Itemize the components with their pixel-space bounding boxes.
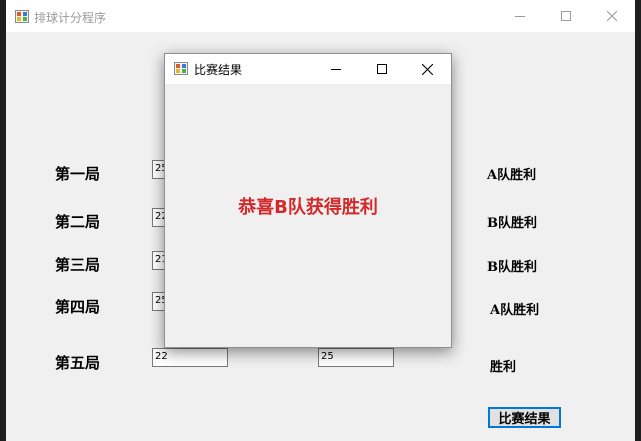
- game-1-result: A队胜利: [487, 168, 537, 183]
- minimize-icon: [331, 69, 341, 70]
- game-5-result: 胜利: [490, 360, 517, 375]
- dialog-minimize-button[interactable]: [313, 54, 359, 84]
- close-button[interactable]: [589, 0, 635, 32]
- game-4-label: 第四局: [55, 298, 101, 316]
- match-result-button[interactable]: 比赛结果: [488, 407, 561, 428]
- game-5-label: 第五局: [55, 354, 101, 372]
- maximize-icon: [561, 11, 571, 21]
- game-4-result: A队胜利: [490, 303, 540, 318]
- game-3-result: B队胜利: [487, 260, 537, 275]
- game-5-team-a-score[interactable]: 22: [152, 348, 228, 367]
- dialog-close-button[interactable]: [404, 54, 450, 84]
- game-2-result: B队胜利: [487, 216, 537, 231]
- dialog-titlebar[interactable]: 比赛结果: [165, 54, 451, 84]
- dialog-maximize-button[interactable]: [359, 54, 405, 84]
- close-icon: [607, 11, 617, 21]
- game-2-label: 第二局: [55, 213, 101, 231]
- minimize-icon: [515, 16, 525, 17]
- game-3-label: 第三局: [55, 256, 101, 274]
- game-1-label: 第一局: [55, 165, 101, 183]
- app-icon: [15, 10, 29, 23]
- close-icon: [421, 63, 433, 75]
- dialog-message: 恭喜B队获得胜利: [238, 197, 378, 218]
- dialog-app-icon: [174, 62, 188, 75]
- main-titlebar[interactable]: 排球计分程序: [6, 0, 635, 32]
- dialog-title: 比赛结果: [194, 63, 243, 77]
- main-window-title: 排球计分程序: [34, 11, 107, 25]
- maximize-button[interactable]: [543, 0, 589, 32]
- game-5-team-b-score[interactable]: 25: [318, 348, 394, 367]
- result-dialog: 比赛结果 恭喜B队获得胜利: [164, 53, 452, 348]
- maximize-icon: [377, 64, 387, 74]
- minimize-button[interactable]: [497, 0, 543, 32]
